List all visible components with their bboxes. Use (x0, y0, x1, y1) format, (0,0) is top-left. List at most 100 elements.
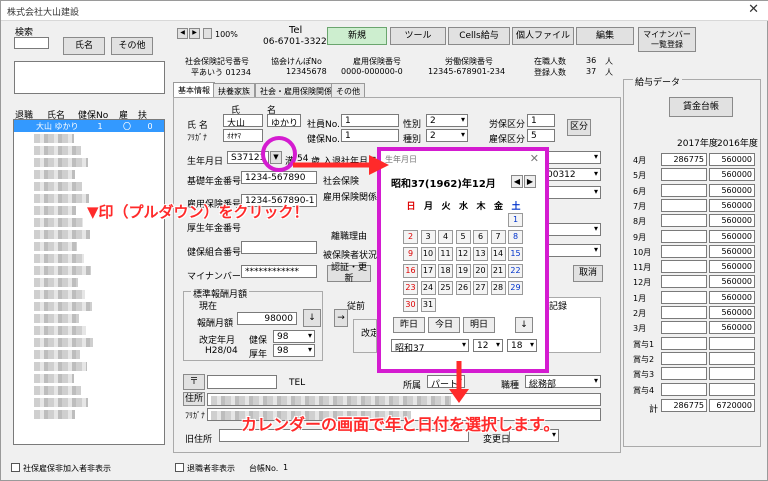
pay-cell-b[interactable]: 560000 (709, 306, 755, 319)
kubun-button[interactable]: 区分 (567, 119, 591, 136)
calendar-day[interactable]: 5 (455, 230, 471, 244)
koyo-kubun-input[interactable]: 5 (527, 129, 555, 142)
hide-retired-checkbox[interactable] (175, 463, 184, 472)
calendar-day[interactable]: 22 (508, 264, 523, 278)
pay-cell-a[interactable] (661, 168, 707, 182)
calendar-day[interactable]: 27 (473, 281, 488, 295)
calendar-era-select[interactable]: 昭和37 (391, 339, 469, 354)
search-name-button[interactable]: 氏名 (63, 37, 105, 55)
pay-cell-b[interactable]: 560000 (709, 321, 755, 335)
sei-input[interactable]: 大山 (223, 114, 263, 127)
calendar-popup[interactable]: 生年月日 ✕ 昭和37(1962)年12月 ◀ ▶ 日月火水木金土 123456… (377, 147, 549, 373)
calendar-day[interactable]: 12 (455, 247, 471, 261)
list-item[interactable] (14, 360, 164, 372)
tab-dependents[interactable]: 扶養家族 (213, 83, 255, 97)
calendar-day[interactable]: 4 (438, 230, 453, 244)
pay-cell-b[interactable]: 560000 (709, 198, 755, 212)
list-item[interactable] (14, 240, 164, 252)
calendar-day[interactable]: 13 (473, 247, 488, 261)
pay-cell-b[interactable]: 560000 (709, 153, 755, 166)
list-item[interactable] (14, 288, 164, 300)
calendar-day[interactable]: 15 (508, 247, 523, 261)
list-item[interactable] (14, 372, 164, 384)
pay-cell-b[interactable]: 560000 (709, 214, 755, 228)
type-select[interactable]: 2 (426, 129, 468, 142)
calendar-day[interactable]: 6 (473, 230, 488, 244)
kenpo-kumiai-input[interactable] (241, 241, 317, 254)
pay-cell-a[interactable] (661, 183, 707, 197)
calendar-day[interactable]: 10 (420, 247, 436, 261)
pay-cell-a[interactable] (661, 260, 707, 274)
pay-cell-b[interactable] (709, 382, 755, 396)
pay-cell-a[interactable]: 286775 (661, 153, 707, 166)
calendar-prev-month-button[interactable]: ◀ (511, 175, 523, 188)
auth-update-button[interactable]: 認証・更新 (327, 263, 371, 284)
yesterday-button[interactable]: 昨日 (393, 317, 425, 333)
pay-cell-a[interactable] (661, 290, 707, 304)
list-item[interactable] (14, 180, 164, 192)
pay-cell-b[interactable]: 560000 (709, 275, 755, 289)
tools-button[interactable]: ツール (390, 27, 446, 45)
calendar-day[interactable]: 26 (455, 281, 471, 295)
today-button[interactable]: 今日 (428, 317, 460, 333)
hihoken-select[interactable] (543, 244, 601, 257)
pay-cell-b[interactable]: 560000 (709, 260, 755, 274)
calendar-day[interactable]: 29 (508, 281, 523, 295)
pay-cell-a[interactable] (661, 198, 707, 212)
pay-cell-a[interactable] (661, 275, 707, 289)
pay-cell-a[interactable] (661, 351, 707, 365)
pay-cell-b[interactable] (709, 367, 755, 381)
list-item[interactable] (14, 312, 164, 324)
calendar-day[interactable]: 19 (455, 264, 471, 278)
employee-list[interactable]: 大山 ゆかり 1 〇 0 (13, 119, 165, 445)
calendar-day[interactable]: 14 (490, 247, 506, 261)
calendar-day[interactable]: 30 (403, 298, 418, 312)
calendar-day[interactable]: 7 (490, 230, 506, 244)
calendar-day[interactable]: 16 (403, 264, 418, 278)
list-item[interactable] (14, 156, 164, 168)
address-button[interactable]: 住所 (183, 392, 205, 406)
close-icon[interactable]: ✕ (748, 2, 759, 17)
search-textarea[interactable] (14, 61, 165, 94)
calendar-day[interactable]: 24 (420, 281, 436, 295)
wage-ledger-button[interactable]: 賃金台帳 (669, 97, 733, 117)
mynumber-register-button[interactable]: マイナンバー 一覧登録 (638, 27, 696, 52)
calendar-down-button[interactable]: ↓ (515, 317, 533, 333)
pay-cell-b[interactable]: 560000 (709, 229, 755, 243)
koyo-side-select[interactable] (543, 186, 601, 199)
calendar-month-select[interactable]: 12 (473, 339, 503, 352)
pay-cell-a[interactable] (661, 321, 707, 335)
cells-payroll-button[interactable]: Cells給与 (448, 27, 510, 45)
list-item[interactable] (14, 396, 164, 408)
calendar-next-month-button[interactable]: ▶ (524, 175, 536, 188)
tab-basic[interactable]: 基本情報 (173, 82, 215, 97)
mei-input[interactable]: ゆかり (267, 114, 301, 127)
calendar-day[interactable]: 31 (420, 298, 436, 312)
getsugaku-arrow-button[interactable]: ↓ (303, 309, 321, 327)
calendar-day-select[interactable]: 18 (507, 339, 537, 352)
new-button[interactable]: 新規 (327, 27, 387, 45)
calendar-day[interactable]: 1 (508, 213, 523, 227)
address-input[interactable] (207, 393, 601, 406)
calendar-day[interactable]: 11 (438, 247, 453, 261)
std-kosei-select[interactable]: 98 (273, 344, 315, 357)
calendar-day[interactable]: 17 (420, 264, 436, 278)
pay-cell-a[interactable] (661, 367, 707, 381)
postal-input[interactable] (207, 375, 277, 389)
list-item[interactable] (14, 132, 164, 144)
shaho-side-select[interactable]: 00312 (543, 168, 601, 181)
tab-insurance[interactable]: 社会・雇用保険関係 (255, 83, 337, 97)
next-record-button[interactable]: ▶ (189, 28, 200, 39)
list-item[interactable] (14, 336, 164, 348)
rodo-kubun-input[interactable]: 1 (527, 114, 555, 127)
nyusha-select[interactable] (543, 151, 601, 164)
tomorrow-button[interactable]: 明日 (463, 317, 495, 333)
mynumber-input[interactable]: ************ (241, 265, 317, 278)
calendar-day[interactable]: 9 (403, 247, 418, 261)
pay-cell-a[interactable] (661, 306, 707, 319)
zoom-spin[interactable] (203, 28, 212, 39)
calendar-day[interactable]: 8 (508, 230, 523, 244)
kenpo-no-input[interactable]: 1 (341, 129, 399, 142)
list-item[interactable] (14, 252, 164, 264)
juzen-arrow-button[interactable]: → (334, 309, 348, 327)
